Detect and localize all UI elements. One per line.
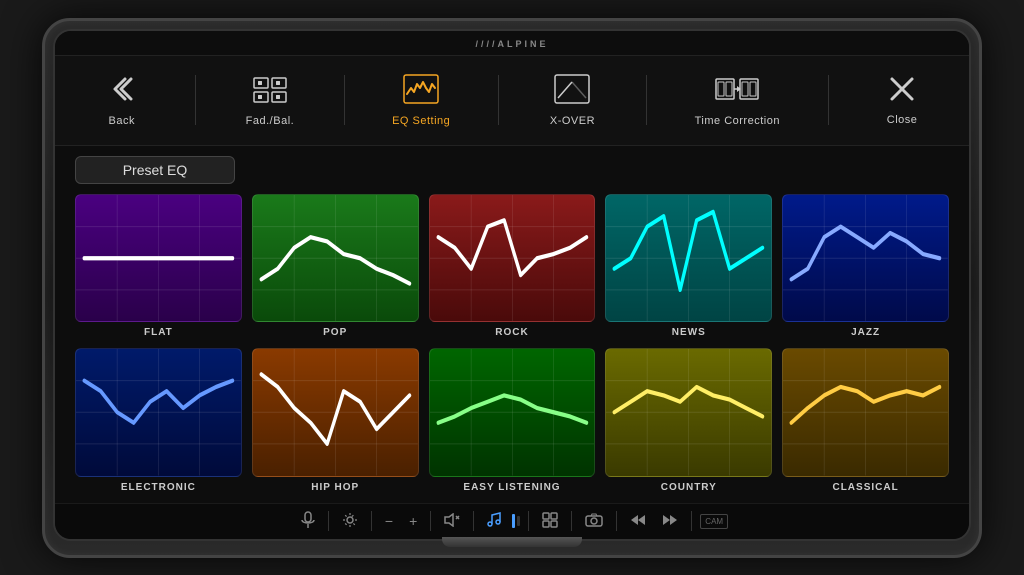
- nav-fadbal[interactable]: Fad./Bal.: [230, 68, 310, 133]
- ctrl-divider-4: [473, 511, 474, 531]
- nav-xover[interactable]: X-OVER: [532, 68, 612, 133]
- cam-display[interactable]: CAM: [700, 514, 728, 529]
- close-icon: [888, 75, 916, 110]
- eq-card-classical[interactable]: CLASSICAL: [782, 348, 949, 493]
- device-handle: [442, 537, 582, 547]
- ctrl-divider-3: [430, 511, 431, 531]
- eq-name-flat: FLAT: [144, 327, 173, 338]
- ctrl-divider-5: [528, 511, 529, 531]
- eq-name-easy: EASY LISTENING: [463, 482, 560, 493]
- top-nav: Back Fad./Bal.: [55, 56, 969, 146]
- bottom-bar: − +: [55, 503, 969, 539]
- volume-indicator: [512, 514, 520, 528]
- nav-xover-label: X-OVER: [550, 115, 595, 127]
- eq-chart-electronic: [75, 348, 242, 477]
- screen-bezel: ////ALPINE Back: [53, 29, 971, 541]
- plus-button[interactable]: +: [404, 511, 422, 531]
- ctrl-divider-8: [691, 511, 692, 531]
- xover-icon: [554, 74, 590, 111]
- brand-text: ////ALPINE: [475, 39, 548, 49]
- ctrl-divider-6: [571, 511, 572, 531]
- eq-card-electronic[interactable]: ELECTRONIC: [75, 348, 242, 493]
- timecor-icon: [715, 74, 759, 111]
- eq-chart-hiphop: [252, 348, 419, 477]
- main-content: Preset EQ: [55, 146, 969, 503]
- eq-name-pop: POP: [323, 327, 347, 338]
- eq-card-pop[interactable]: POP: [252, 194, 419, 339]
- nav-back-label: Back: [109, 115, 135, 127]
- minus-button[interactable]: −: [380, 511, 398, 531]
- nav-timecor[interactable]: Time Correction: [681, 68, 794, 133]
- nav-close-label: Close: [887, 114, 918, 126]
- fadbal-icon: [252, 74, 288, 111]
- nav-eq-label: EQ Setting: [392, 115, 450, 127]
- eq-icon: [403, 74, 439, 111]
- nav-close[interactable]: Close: [862, 69, 942, 132]
- eq-card-news[interactable]: NEWS: [605, 194, 772, 339]
- nav-divider-5: [828, 75, 829, 125]
- next-button[interactable]: [657, 511, 683, 532]
- eq-chart-pop: [252, 194, 419, 323]
- nav-divider-2: [344, 75, 345, 125]
- eq-name-classical: CLASSICAL: [832, 482, 898, 493]
- preset-eq-label[interactable]: Preset EQ: [75, 156, 235, 184]
- music-note-button[interactable]: [482, 510, 506, 533]
- prev-button[interactable]: [625, 511, 651, 532]
- nav-back[interactable]: Back: [82, 68, 162, 133]
- eq-grid: FLAT POP: [75, 194, 949, 493]
- device-outer: ////ALPINE Back: [42, 18, 982, 558]
- eq-card-easy[interactable]: EASY LISTENING: [429, 348, 596, 493]
- settings-small-button[interactable]: [337, 510, 363, 533]
- eq-chart-country: [605, 348, 772, 477]
- nav-fadbal-label: Fad./Bal.: [246, 115, 295, 127]
- eq-name-jazz: JAZZ: [851, 327, 880, 338]
- ctrl-divider-7: [616, 511, 617, 531]
- nav-divider-1: [195, 75, 196, 125]
- nav-eq[interactable]: EQ Setting: [378, 68, 464, 133]
- eq-name-news: NEWS: [672, 327, 706, 338]
- eq-chart-jazz: [782, 194, 949, 323]
- eq-chart-classical: [782, 348, 949, 477]
- nav-timecor-label: Time Correction: [695, 115, 780, 127]
- ctrl-divider-1: [328, 511, 329, 531]
- eq-chart-news: [605, 194, 772, 323]
- mute-button[interactable]: [439, 511, 465, 532]
- grid-button[interactable]: [537, 510, 563, 533]
- eq-card-hiphop[interactable]: HIP HOP: [252, 348, 419, 493]
- eq-card-jazz[interactable]: JAZZ: [782, 194, 949, 339]
- eq-name-hiphop: HIP HOP: [311, 482, 359, 493]
- eq-name-country: COUNTRY: [661, 482, 717, 493]
- nav-divider-4: [646, 75, 647, 125]
- nav-divider-3: [498, 75, 499, 125]
- ctrl-divider-2: [371, 511, 372, 531]
- eq-chart-rock: [429, 194, 596, 323]
- mic-button[interactable]: [296, 509, 320, 534]
- camera-button[interactable]: [580, 511, 608, 532]
- brand-bar: ////ALPINE: [55, 31, 969, 56]
- eq-card-country[interactable]: COUNTRY: [605, 348, 772, 493]
- eq-card-flat[interactable]: FLAT: [75, 194, 242, 339]
- back-icon: [107, 74, 137, 111]
- eq-chart-flat: [75, 194, 242, 323]
- eq-chart-easy: [429, 348, 596, 477]
- eq-card-rock[interactable]: ROCK: [429, 194, 596, 339]
- eq-name-electronic: ELECTRONIC: [121, 482, 196, 493]
- eq-name-rock: ROCK: [495, 327, 528, 338]
